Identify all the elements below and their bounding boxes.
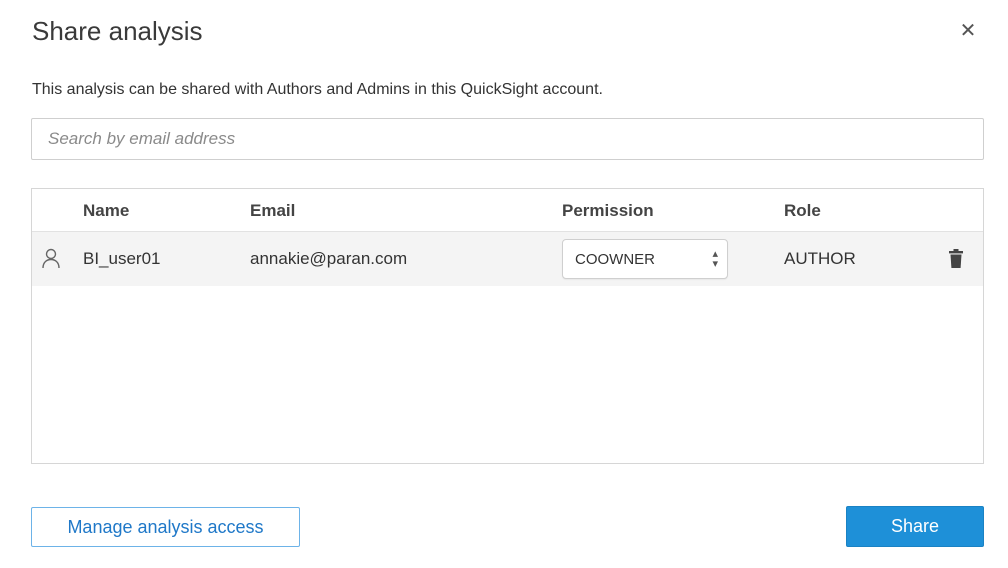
manage-analysis-access-button[interactable]: Manage analysis access	[31, 507, 300, 547]
user-email: annakie@paran.com	[250, 249, 408, 268]
column-header-permission: Permission	[562, 201, 654, 220]
shared-users-table: Name Email Permission Role BI_user01 ann…	[31, 188, 984, 464]
close-icon[interactable]: ✕	[954, 16, 982, 44]
table-row: BI_user01 annakie@paran.com COOWNER ▴ ▾ A…	[32, 232, 983, 286]
select-arrows-icon: ▴ ▾	[712, 248, 718, 270]
trash-icon[interactable]	[948, 249, 964, 269]
permission-select[interactable]: COOWNER ▴ ▾	[562, 239, 728, 279]
column-header-role: Role	[784, 201, 821, 220]
column-header-email: Email	[250, 201, 296, 220]
permission-value: COOWNER	[575, 251, 655, 268]
column-header-name: Name	[83, 201, 130, 220]
share-analysis-dialog: Share analysis ✕ This analysis can be sh…	[0, 0, 1008, 568]
search-input[interactable]	[32, 119, 983, 159]
table-header: Name Email Permission Role	[32, 189, 983, 232]
user-name: BI_user01	[83, 249, 161, 268]
user-role: AUTHOR	[784, 249, 856, 268]
dialog-description: This analysis can be shared with Authors…	[32, 81, 603, 98]
user-icon	[42, 248, 60, 269]
share-button[interactable]: Share	[846, 506, 984, 547]
search-field	[31, 118, 984, 160]
dialog-title: Share analysis	[32, 16, 203, 46]
